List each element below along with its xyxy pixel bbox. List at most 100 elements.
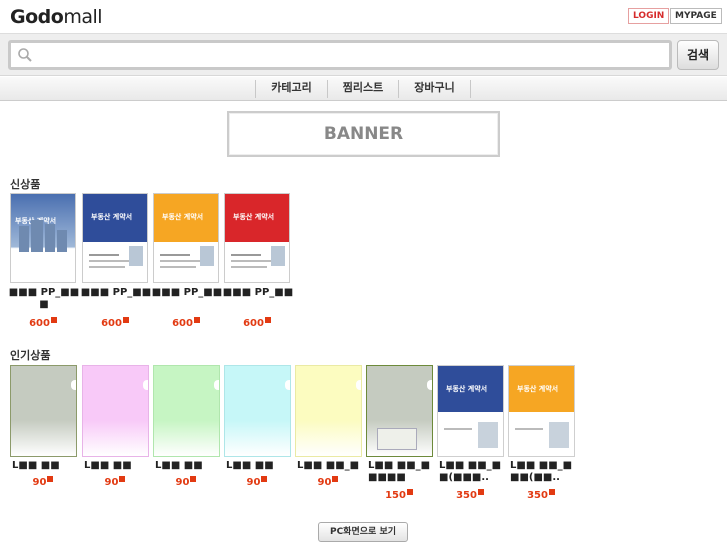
price-value: 90 xyxy=(175,477,190,488)
product-card[interactable]: L■■ ■■ 90 xyxy=(224,365,292,510)
product-name[interactable]: L■■ ■■_■ xyxy=(293,460,365,472)
product-price: 600 xyxy=(224,317,290,329)
product-price: 150 xyxy=(366,489,432,501)
product-name[interactable]: L■■ ■■ xyxy=(151,460,223,472)
price-value: 600 xyxy=(243,318,264,329)
nav-divider xyxy=(470,80,471,98)
search-input[interactable] xyxy=(37,45,657,65)
product-card[interactable]: 부동산 계약서 ■■■ PP_■■ 600 xyxy=(151,193,223,333)
product-name[interactable]: L■■ ■■ xyxy=(8,460,80,472)
search-button[interactable]: 검색 xyxy=(677,40,719,70)
product-price: 600 xyxy=(153,317,219,329)
search-box[interactable] xyxy=(8,40,672,70)
cover-line xyxy=(515,428,543,430)
product-thumbnail[interactable]: 부동산 계약서 xyxy=(10,193,76,283)
cover-band: 부동산 계약서 xyxy=(438,366,503,412)
header: Godomall LOGIN MYPAGE xyxy=(0,0,727,34)
price-value: 600 xyxy=(29,318,50,329)
currency-icon xyxy=(47,476,54,482)
cover-line xyxy=(89,260,129,262)
product-thumbnail[interactable] xyxy=(82,365,149,457)
product-name[interactable]: ■■■ PP_■■ xyxy=(151,287,223,299)
mypage-button[interactable]: MYPAGE xyxy=(670,8,722,24)
product-card[interactable]: 부동산 계약서 ■■■ PP_■■ 600 xyxy=(222,193,294,333)
cover-image xyxy=(271,246,285,266)
cover-title: 부동산 계약서 xyxy=(517,385,559,393)
product-card[interactable]: 부동산 계약서 ■■■ PP_■■ 600 xyxy=(80,193,152,333)
product-card[interactable]: L■■ ■■_■ 90 xyxy=(295,365,363,510)
product-price: 90 xyxy=(153,476,219,488)
folder-notch xyxy=(214,380,219,390)
building-shape xyxy=(57,230,67,252)
cover-image xyxy=(129,246,143,266)
price-value: 350 xyxy=(456,490,477,501)
product-name[interactable]: L■■ ■■_■■■(■■.. xyxy=(506,460,578,484)
cover-line xyxy=(89,266,125,268)
product-thumbnail[interactable]: 부동산 계약서 xyxy=(82,193,148,283)
product-thumbnail[interactable]: 부동산 계약서 xyxy=(437,365,504,457)
product-card[interactable]: 부동산 계약서 L■■ ■■_■■(■■■.. 350 xyxy=(437,365,505,510)
cover-line xyxy=(160,254,190,256)
logo[interactable]: Godomall xyxy=(10,6,103,28)
cover-band: 부동산 계약서 xyxy=(509,366,574,412)
product-price: 350 xyxy=(508,489,574,501)
product-name[interactable]: L■■ ■■ xyxy=(222,460,294,472)
price-value: 150 xyxy=(385,490,406,501)
product-card[interactable]: L■■ ■■_■■■■■ 150 xyxy=(366,365,434,510)
popular-products-title: 인기상품 xyxy=(10,349,51,362)
product-thumbnail[interactable]: 부동산 계약서 xyxy=(508,365,575,457)
product-name[interactable]: ■■■ PP_■■ xyxy=(80,287,152,299)
cover-line xyxy=(231,254,261,256)
cover-band: 부동산 계약서 xyxy=(225,194,289,242)
product-card[interactable]: L■■ ■■ 90 xyxy=(10,365,78,510)
cover-title: 부동산 계약서 xyxy=(91,213,133,221)
product-card[interactable]: L■■ ■■ 90 xyxy=(82,365,150,510)
product-price: 600 xyxy=(82,317,148,329)
product-thumbnail[interactable] xyxy=(366,365,433,457)
product-name[interactable]: ■■■ PP_■■■ xyxy=(8,287,80,311)
product-thumbnail[interactable] xyxy=(10,365,77,457)
product-thumbnail[interactable]: 부동산 계약서 xyxy=(153,193,219,283)
product-thumbnail[interactable] xyxy=(153,365,220,457)
card-pocket xyxy=(377,428,417,450)
logo-bold: Godo xyxy=(10,6,64,28)
product-thumbnail[interactable]: 부동산 계약서 xyxy=(224,193,290,283)
currency-icon xyxy=(193,317,200,323)
new-products-title: 신상품 xyxy=(10,178,41,191)
product-price: 90 xyxy=(10,476,76,488)
nav-item-category[interactable]: 카테고리 xyxy=(256,77,327,101)
currency-icon xyxy=(50,317,57,323)
product-card[interactable]: 부동산 계약서 L■■ ■■_■■■(■■.. 350 xyxy=(508,365,576,510)
product-price: 90 xyxy=(224,476,290,488)
pc-view-button[interactable]: PC화면으로 보기 xyxy=(318,522,408,542)
product-card[interactable]: 부동산 계약서 ■■■ PP_■■■ 600 xyxy=(8,193,80,333)
cover-title: 부동산 계약서 xyxy=(233,213,275,221)
folder-notch xyxy=(356,380,361,390)
cover-image xyxy=(200,246,214,266)
category-nav: 카테고리 찜리스트 장바구니 xyxy=(0,77,727,101)
nav-item-wishlist[interactable]: 찜리스트 xyxy=(328,77,398,101)
price-value: 600 xyxy=(172,318,193,329)
cover-band: 부동산 계약서 xyxy=(83,194,147,242)
login-button[interactable]: LOGIN xyxy=(628,8,670,24)
product-thumbnail[interactable] xyxy=(224,365,291,457)
currency-icon xyxy=(122,317,129,323)
product-name[interactable]: L■■ ■■_■■■■■ xyxy=(364,460,436,484)
nav-item-cart[interactable]: 장바구니 xyxy=(399,77,470,101)
logo-light: mall xyxy=(63,6,103,28)
cover-band: 부동산 계약서 xyxy=(154,194,218,242)
cover-line xyxy=(89,254,119,256)
product-name[interactable]: ■■■ PP_■■ xyxy=(222,287,294,299)
search-icon xyxy=(18,48,32,62)
folder-notch xyxy=(427,380,432,390)
cover-image xyxy=(478,422,498,448)
cover-line xyxy=(160,266,196,268)
building-shape xyxy=(19,226,29,252)
product-card[interactable]: L■■ ■■ 90 xyxy=(153,365,221,510)
product-name[interactable]: L■■ ■■ xyxy=(80,460,152,472)
product-price: 350 xyxy=(437,489,503,501)
product-name[interactable]: L■■ ■■_■■(■■■.. xyxy=(435,460,507,484)
product-thumbnail[interactable] xyxy=(295,365,362,457)
banner[interactable]: BANNER xyxy=(227,111,500,157)
price-value: 350 xyxy=(527,490,548,501)
